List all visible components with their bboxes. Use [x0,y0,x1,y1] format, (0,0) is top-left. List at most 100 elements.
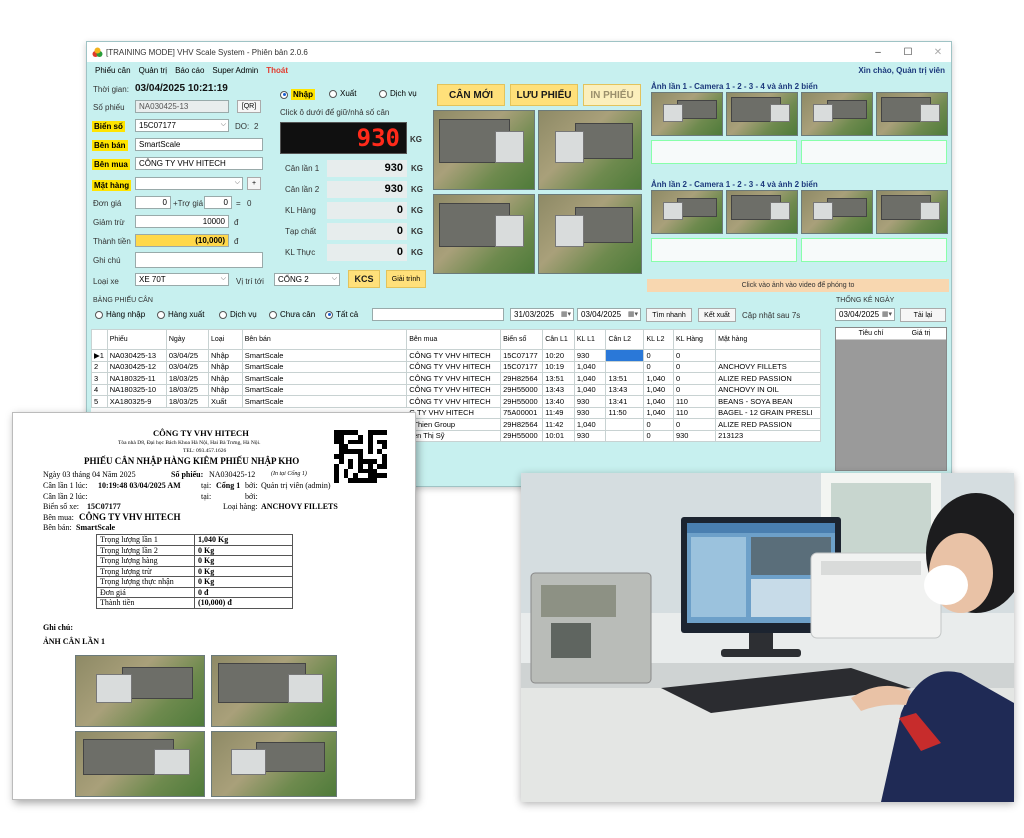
qr-button[interactable]: [QR] [237,100,261,113]
column-header[interactable]: Loại [207,329,243,350]
menu-bao-cao[interactable]: Báo cáo [175,66,204,75]
doc-photo-3[interactable] [75,731,205,797]
camera-thumb-1-2[interactable] [726,92,798,136]
bien-so-select[interactable]: 15C07177 ⌵ [135,119,229,132]
luu-phieu-button[interactable]: LƯU PHIẾU [510,84,578,106]
menu-quan-tri[interactable]: Quản trị [139,66,167,75]
doc-photo-4[interactable] [211,731,337,797]
minimize-button[interactable]: – [863,42,893,62]
column-header[interactable]: KL Hàng [672,329,717,350]
camera-thumb-2-3[interactable] [801,190,873,234]
column-header[interactable]: Cân L1 [542,329,575,350]
qr-module [382,478,387,483]
table-cell: 213123 [715,429,821,442]
camera-thumb-1-4[interactable] [876,92,948,136]
filter-radio[interactable]: Chưa cân [269,310,315,319]
vi-tri-select[interactable]: CỔNG 2 ⌵ [274,273,340,286]
column-header[interactable] [91,329,108,350]
truck-trailer-image [575,123,633,159]
mat-hang-select[interactable]: ⌵ [135,177,243,190]
in-phieu-button[interactable]: IN PHIẾU [583,84,641,106]
scale-row-label: KL Hàng [285,206,316,215]
column-header[interactable]: Bên bán [241,329,408,350]
table-search-input[interactable] [372,308,504,321]
loai-xe-select[interactable]: XE 70T ⌵ [135,273,229,286]
table-cell: 5 [91,395,108,408]
close-button[interactable]: ✕ [923,42,953,62]
truck-trailer-image [677,99,717,120]
radio-nhap[interactable]: Nhập [280,89,315,100]
table-cell: 1,040 [643,406,674,419]
doc-photo-1[interactable] [75,655,205,727]
tim-nhanh-button[interactable]: Tìm nhanh [646,308,692,322]
column-header[interactable]: Mặt hàng [715,329,821,350]
column-header[interactable]: KL L2 [643,329,674,350]
truck-cab-image [920,104,941,122]
table-row[interactable]: 2 NA030425-12 03/04/25 Nhập SmartScale CÔNG T… [91,360,821,373]
date-from-picker[interactable]: 31/03/2025 ▦▾ [510,308,574,321]
ben-ban-field[interactable]: SmartScale [135,138,263,151]
plate-image-slot[interactable] [801,238,947,262]
table-cell: 930 [672,429,717,442]
filter-radio[interactable]: Hàng nhập [95,310,145,319]
tro-gia-field[interactable]: 0 [204,196,232,209]
table-cell: 930 [573,406,607,419]
table-row[interactable]: 3 NA180325-11 18/03/25 Nhập SmartScale CÔNG T… [91,372,821,385]
add-mat-hang-button[interactable]: + [247,177,261,190]
menu-thoat[interactable]: Thoát [266,66,288,75]
radio-xuat[interactable]: Xuất [329,89,356,98]
table-row[interactable]: 5 XA180325-9 18/03/25 Xuất SmartScale CÔNG TY… [91,395,821,408]
column-header[interactable]: KL L1 [573,329,607,350]
filter-radio[interactable]: Dịch vụ [219,310,257,319]
ben-mua-field[interactable]: CÔNG TY VHV HITECH [135,157,263,170]
tai-lai-button[interactable]: Tải lại [900,308,946,322]
giam-tru-field[interactable]: 10000 [135,215,229,228]
maximize-button[interactable]: ☐ [893,42,923,62]
doc-bien-so-value: 15C07177 [87,502,121,511]
scale-display[interactable]: 930 [280,122,407,154]
date-to-picker[interactable]: 03/04/2025 ▦▾ [577,308,641,321]
camera-live-2[interactable] [538,110,642,190]
filter-radio[interactable]: Hàng xuất [157,310,204,319]
giai-trinh-button[interactable]: Giải trình [386,270,426,288]
don-gia-field[interactable]: 0 [135,196,171,209]
stats-date-picker[interactable]: 03/04/2025 ▦▾ [835,308,895,321]
doc-can-lan1-label: Cân lần 1 lúc: [43,481,88,490]
camera-live-4[interactable] [538,194,642,274]
camera-thumb-2-2[interactable] [726,190,798,234]
table-cell: SmartScale [241,349,408,362]
column-header[interactable]: Ngày [165,329,209,350]
table-row[interactable]: 4 NA180325-10 18/03/25 Nhập SmartScale CÔNG T… [91,383,821,396]
camera-thumb-2-1[interactable] [651,190,723,234]
plate-image-slot[interactable] [651,140,797,164]
ghi-chu-field[interactable] [135,252,263,268]
camera-live-3[interactable] [433,194,535,274]
column-header[interactable]: Phiếu [106,329,167,350]
kcs-button[interactable]: KCS [348,270,380,288]
camera-live-1[interactable] [433,110,535,190]
radio-icon [269,310,277,319]
doc-photo-2[interactable] [211,655,337,727]
menu-super-admin[interactable]: Super Admin [212,66,258,75]
ket-xuat-button[interactable]: Kết xuất [698,308,736,322]
doc-can-lan1-time: 10:19:48 03/04/2025 AM [98,481,181,490]
plate-image-slot[interactable] [651,238,797,262]
menu-phieu-can[interactable]: Phiếu cân [95,66,131,75]
camera-thumb-1-3[interactable] [801,92,873,136]
table-row[interactable]: ▶1 NA030425-13 03/04/25 Nhập SmartScale CÔNG … [91,349,821,362]
table-cell: ALIZE RED PASSION [715,418,821,431]
column-header[interactable]: Biển số [500,329,544,350]
truck-cab-image [812,104,833,122]
column-header[interactable]: Cân L2 [605,329,645,350]
camera-thumb-1-1[interactable] [651,92,723,136]
filter-radio[interactable]: Tất cả [325,310,358,319]
truck-trailer-image [256,741,326,772]
can-moi-button[interactable]: CÂN MỚI [437,84,505,106]
radio-dich-vu[interactable]: Dịch vụ [379,89,417,98]
plate-image-slot[interactable] [801,140,947,164]
column-header[interactable]: Bên mua [406,329,502,350]
camera-thumb-2-4[interactable] [876,190,948,234]
doc-can-lan2-label: Cân lần 2 lúc: [43,492,88,501]
calendar-icon: ▦▾ [881,311,892,318]
truck-cab-image [662,202,683,220]
